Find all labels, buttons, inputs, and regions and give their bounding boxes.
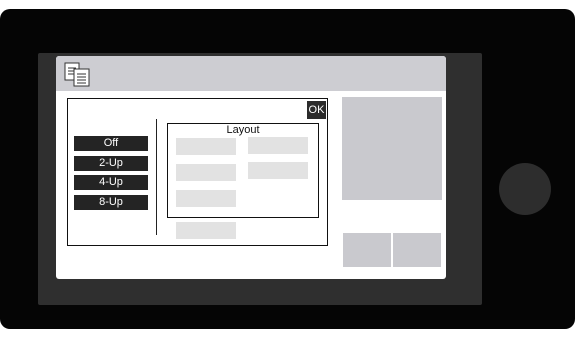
home-button[interactable] [499,163,551,215]
screen: OK Off 2-Up 4-Up 8-Up Layout [56,56,446,279]
layout-slot[interactable] [176,190,236,207]
option-4-up-button[interactable]: 4-Up [74,175,148,190]
ok-button[interactable]: OK [307,101,326,119]
copy-documents-icon [63,60,95,88]
dialog-divider [156,119,157,235]
next-button[interactable] [393,233,441,267]
layout-slot[interactable] [248,162,308,179]
layout-slot[interactable] [176,138,236,155]
layout-slot-extra[interactable] [176,222,236,239]
layout-title: Layout [226,124,260,136]
layout-panel: Layout [167,123,319,218]
previous-button[interactable] [343,233,391,267]
title-bar [56,56,446,91]
layout-slot[interactable] [176,164,236,181]
option-off-button[interactable]: Off [74,136,148,151]
layout-slot[interactable] [248,137,308,154]
option-2-up-button[interactable]: 2-Up [74,156,148,171]
option-8-up-button[interactable]: 8-Up [74,195,148,210]
preview-panel [342,97,442,200]
